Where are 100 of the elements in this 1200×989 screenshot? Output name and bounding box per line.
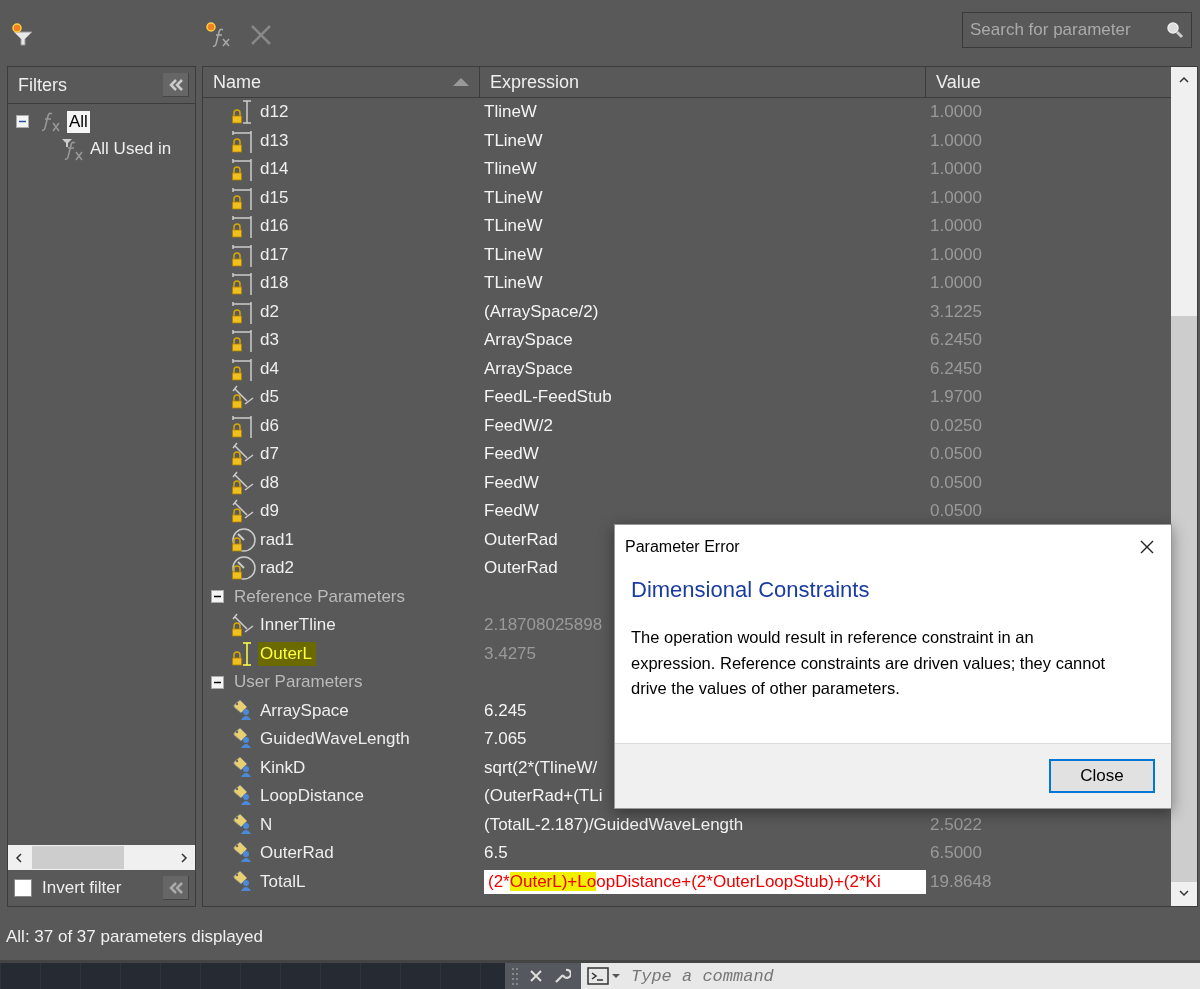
value-text: 1.0000	[930, 187, 982, 208]
expression-text: 2.18708025898	[484, 615, 603, 636]
expression-text: TLineW	[484, 130, 543, 151]
column-header[interactable]: Value	[926, 67, 1171, 97]
parameter-name: d4	[259, 357, 280, 380]
parameter-name: d16	[259, 215, 290, 238]
collapse-toggle-icon[interactable]	[211, 675, 224, 689]
value-text: 1.0000	[930, 244, 982, 265]
parameter-name: LoopDistance	[259, 785, 365, 808]
collapse-toggle-icon[interactable]	[16, 115, 29, 128]
value-text: 1.0000	[930, 216, 982, 237]
parameter-name: d12	[259, 101, 290, 124]
column-header[interactable]: Expression	[480, 67, 926, 97]
group-label: User Parameters	[234, 672, 363, 693]
dialog-heading: Dimensional Constraints	[631, 577, 871, 603]
invert-filter-label: Invert filter	[42, 878, 123, 898]
expression-text: ArraySpace	[484, 358, 573, 379]
expression-text: OuterRad	[484, 529, 558, 550]
close-button[interactable]: Close	[1049, 759, 1155, 793]
value-text: 6.2450	[930, 330, 982, 351]
filter-item[interactable]: All	[67, 110, 90, 133]
expression-text: TLineW	[484, 244, 543, 265]
invert-filter-checkbox[interactable]	[14, 879, 32, 897]
parameter-name: ArraySpace	[259, 699, 350, 722]
parameter-name: d2	[259, 300, 280, 323]
expression-text: TlineW	[484, 159, 537, 180]
value-text: 2.5022	[930, 814, 982, 835]
parameter-name: d14	[259, 158, 290, 181]
collapse-button[interactable]	[163, 876, 189, 900]
collapse-button[interactable]	[163, 73, 189, 97]
parameter-name: d5	[259, 386, 280, 409]
value-text: 0.0250	[930, 415, 982, 436]
parameter-name: TotalL	[259, 870, 307, 893]
group-label: Reference Parameters	[234, 586, 406, 607]
parameter-name: d7	[259, 443, 280, 466]
parameter-name: rad1	[259, 528, 296, 551]
value-text: 0.0500	[930, 472, 982, 493]
locked-dimension-icon	[231, 555, 257, 582]
expression-text: (OuterRad+(TLi	[484, 786, 603, 807]
expression-text: (TotalL-2.187)/GuidedWaveLength	[484, 814, 744, 835]
parameter-name: OuterRad	[259, 842, 335, 865]
expression-text: TLineW	[484, 216, 543, 237]
expression-text: FeedW/2	[484, 415, 553, 436]
search-field[interactable]: Search for parameter	[962, 12, 1192, 48]
double-chevron-icon	[167, 78, 184, 91]
value-text: 19.8648	[930, 871, 992, 892]
expression-text: 3.4275	[484, 643, 536, 664]
parameter-name: d6	[259, 414, 280, 437]
search-icon	[1166, 21, 1184, 39]
expression-text: (ArraySpace/2)	[484, 301, 599, 322]
parameter-name: d13	[259, 129, 290, 152]
expression-text: 7.065	[484, 729, 527, 750]
expression-text: TlineW	[484, 102, 537, 123]
value-text: 6.2450	[930, 358, 982, 379]
collapse-toggle-icon[interactable]	[211, 590, 224, 604]
value-text: 1.0000	[930, 159, 982, 180]
filter-item[interactable]: All Used in	[88, 137, 174, 160]
column-header[interactable]: Name	[203, 67, 480, 97]
parameter-name: d17	[259, 243, 290, 266]
parameter-name: rad2	[259, 557, 296, 580]
parameter-name: N	[259, 813, 274, 836]
expression-text: FeedW	[484, 444, 539, 465]
parameter-name: GuidedWaveLength	[259, 728, 411, 751]
value-text: 0.0500	[930, 444, 982, 465]
wrench-icon[interactable]	[553, 967, 571, 985]
close-icon[interactable]	[1139, 539, 1155, 555]
parameter-name: d18	[259, 272, 290, 295]
expression-text: TLineW	[484, 187, 543, 208]
vertical-scrollbar[interactable]	[1171, 67, 1197, 906]
parameter-name: d3	[259, 329, 280, 352]
scroll-up-icon[interactable]	[1178, 75, 1190, 83]
expression-text: FeedW	[484, 472, 539, 493]
dialog-message: The operation would result in reference constraint in an expression. Reference constraints are driven values; they cannot drive the values of other parameters.	[631, 627, 1107, 700]
expression-text: TLineW	[484, 273, 543, 294]
value-text: 6.5000	[930, 843, 982, 864]
expression-text: FeedW	[484, 501, 539, 522]
filters-title: Filters	[18, 74, 67, 96]
value-text: 1.0000	[930, 130, 982, 151]
value-text: 1.9700	[930, 387, 982, 408]
terminal-icon[interactable]	[581, 963, 625, 989]
expression-text: sqrt(2*(TlineW/	[484, 757, 598, 778]
locked-dimension-icon	[231, 526, 257, 553]
double-chevron-icon	[167, 881, 184, 894]
parameter-name: d15	[259, 186, 290, 209]
horizontal-scrollbar[interactable]	[8, 845, 195, 870]
parameter-name: OuterL	[258, 641, 316, 666]
grip-icon[interactable]	[511, 966, 519, 986]
value-text: 0.0500	[930, 501, 982, 522]
parameter-name: d9	[259, 500, 280, 523]
value-text: 1.0000	[930, 273, 982, 294]
scroll-down-icon[interactable]	[1178, 890, 1190, 898]
value-text: 1.0000	[930, 102, 982, 123]
command-field[interactable]: Type a command	[625, 963, 1200, 989]
value-text: 3.1225	[930, 301, 982, 322]
expression-text: OuterRad	[484, 558, 558, 579]
expression-text: 6.245	[484, 700, 527, 721]
expression-text: ArraySpace	[484, 330, 573, 351]
scroll-right-icon[interactable]	[179, 851, 189, 864]
dialog-title: Parameter Error	[625, 538, 740, 556]
scroll-left-icon[interactable]	[14, 851, 24, 864]
